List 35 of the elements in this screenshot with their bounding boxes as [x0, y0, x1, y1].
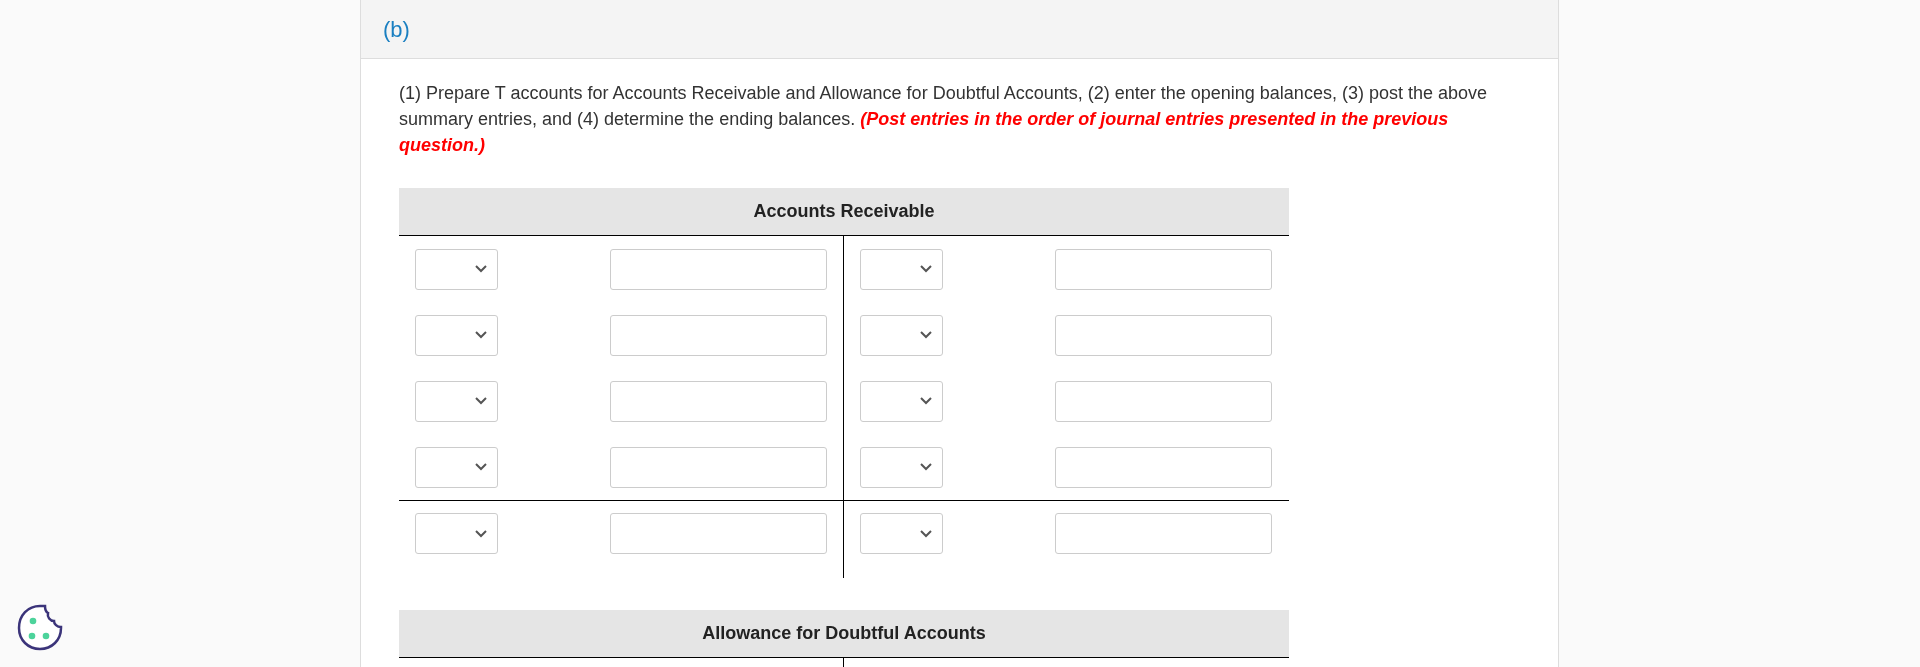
dropdown[interactable] [860, 513, 943, 554]
chevron-down-icon [920, 463, 932, 471]
chevron-down-icon [920, 529, 932, 538]
chevron-down-icon [475, 265, 487, 273]
amount-field[interactable] [1055, 446, 1272, 488]
amount-field[interactable] [1055, 513, 1272, 554]
chevron-down-icon [475, 331, 487, 339]
dropdown[interactable] [415, 513, 498, 554]
amount-field[interactable] [610, 314, 827, 356]
dropdown[interactable] [860, 446, 943, 488]
dropdown[interactable] [860, 248, 943, 290]
chevron-down-icon [920, 331, 932, 339]
amount-field[interactable] [610, 446, 827, 488]
dropdown[interactable] [860, 314, 943, 356]
chevron-down-icon [475, 397, 487, 405]
account-title: Accounts Receivable [753, 200, 935, 223]
dropdown[interactable] [860, 380, 943, 422]
amount-field[interactable] [610, 513, 827, 554]
chevron-down-icon [475, 463, 487, 471]
dropdown[interactable] [415, 314, 498, 356]
amount-field[interactable] [1055, 380, 1272, 422]
amount-field[interactable] [610, 380, 827, 422]
amount-field[interactable] [1055, 314, 1272, 356]
instructions-text: (1) Prepare T accounts for Accounts Receivable and Allowance for Doubtful Accounts, (2) enter the opening balances, (3) post the above summary entries, and (4) determine the ending balances. (Post entries in the order of journal entries presented in the previous question.) [399, 82, 1488, 157]
dropdown[interactable] [415, 446, 498, 488]
cookie-icon[interactable] [15, 603, 65, 653]
account-title: Allowance for Doubtful Accounts [702, 622, 986, 645]
amount-field[interactable] [1055, 248, 1272, 290]
dropdown[interactable] [415, 248, 498, 290]
section-label: (b) [383, 15, 410, 44]
chevron-down-icon [920, 397, 932, 405]
dropdown[interactable] [415, 380, 498, 422]
chevron-down-icon [920, 265, 932, 273]
amount-field[interactable] [610, 248, 827, 290]
chevron-down-icon [475, 529, 487, 538]
